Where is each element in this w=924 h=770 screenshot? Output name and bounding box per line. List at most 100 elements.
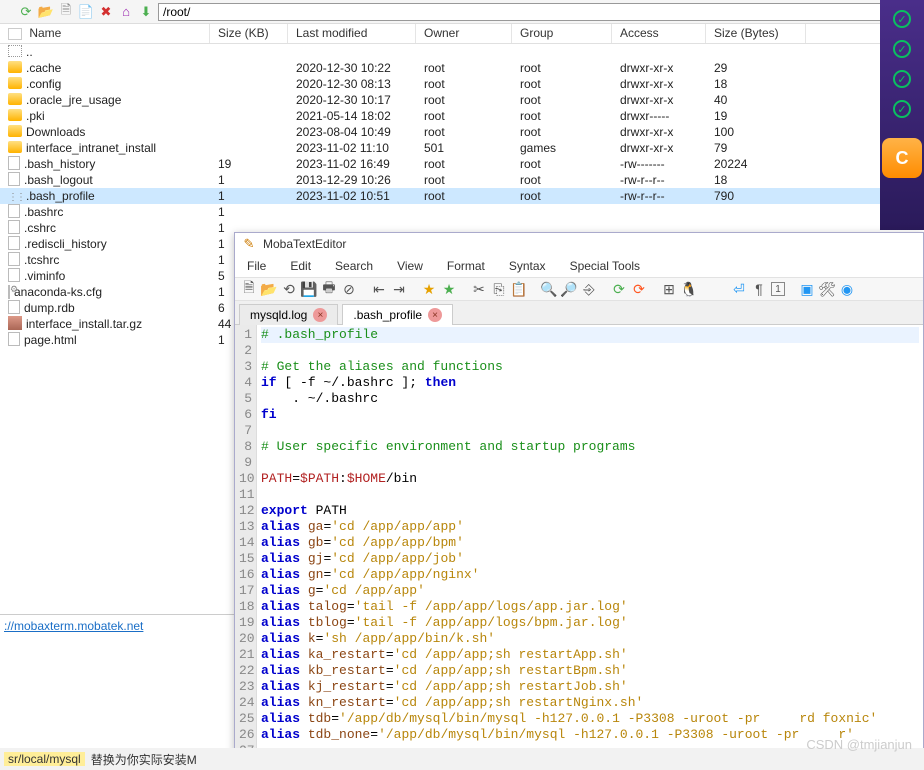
search-icon[interactable]: 🔍 [541,281,557,297]
file-name: .cshrc [24,221,56,235]
file-size-kb: 1 [210,189,288,203]
file-name: .viminfo [24,269,65,283]
col-name[interactable]: Name [0,24,210,43]
close-doc-icon[interactable]: ⊘ [341,281,357,297]
watermark: CSDN @tmjianjun [806,737,912,752]
folder-icon [8,93,22,108]
file-modified: 2013-12-29 10:26 [288,173,416,187]
save-icon[interactable]: 💾 [301,281,317,297]
folder-open-icon[interactable]: 📂 [38,4,54,20]
file-name: .cache [26,61,61,75]
bookmark-icon[interactable]: ★ [421,281,437,297]
num-icon[interactable]: 1 [771,282,785,296]
file-row[interactable]: .oracle_jre_usage2020-12-30 10:17rootroo… [0,92,924,108]
sync-icon[interactable]: ⟳ [631,281,647,297]
file-size-kb: 1 [210,205,288,219]
path-input[interactable] [158,3,902,21]
action-button[interactable]: C [882,138,922,178]
wrap-icon[interactable]: ⏎ [731,281,747,297]
open-icon[interactable]: 📂 [261,281,277,297]
file-modified: 2020-12-30 08:13 [288,77,416,91]
code-area[interactable]: # .bash_profile # Get the aliases and fu… [257,325,923,769]
menu-file[interactable]: File [247,259,266,273]
menu-edit[interactable]: Edit [290,259,311,273]
menu-view[interactable]: View [397,259,423,273]
file-row[interactable]: interface_intranet_install2023-11-02 11:… [0,140,924,156]
file-list-header: Name Size (KB) Last modified Owner Group… [0,24,924,44]
file-name: .config [26,77,61,91]
col-group[interactable]: Group [512,24,612,43]
apple-icon[interactable] [701,281,717,297]
refresh-icon[interactable]: ⟳ [18,4,34,20]
file-owner: root [416,77,512,91]
editor-body: 1234567891011121314151617181920212223242… [235,325,923,769]
file-size-bytes: 29 [706,61,806,75]
linux-icon[interactable]: 🐧 [681,281,697,297]
close-tab-icon[interactable]: × [313,308,327,322]
editor-tab[interactable]: .bash_profile× [342,304,453,325]
file-row[interactable]: .bash_history192023-11-02 16:49rootroot-… [0,156,924,172]
menu-format[interactable]: Format [447,259,485,273]
file-row[interactable]: .cache2020-12-30 10:22rootrootdrwxr-xr-x… [0,60,924,76]
col-size-kb[interactable]: Size (KB) [210,24,288,43]
file-row[interactable]: .bash_logout12013-12-29 10:26rootroot-rw… [0,172,924,188]
file-name: .bashrc [24,205,63,219]
file-name: .bash_profile [26,189,95,203]
run-icon[interactable]: ★ [441,281,457,297]
tools-icon[interactable]: 🛠 [819,281,835,297]
paste-icon[interactable]: 📋 [511,281,527,297]
editor-tab[interactable]: mysqld.log× [239,304,338,325]
replace-icon[interactable]: 🔎 [561,281,577,297]
refresh-green-icon[interactable]: ⟳ [611,281,627,297]
close-tab-icon[interactable]: × [428,308,442,322]
copy-icon[interactable]: ⎘ [491,281,507,297]
file-owner: root [416,173,512,187]
new-icon[interactable]: 🗎 [241,281,257,297]
reload-icon[interactable]: ⟲ [281,281,297,297]
home-icon[interactable]: ⌂ [118,4,134,20]
file-row[interactable]: .. [0,44,924,60]
menu-syntax[interactable]: Syntax [509,259,546,273]
check-icon: ✓ [893,70,911,88]
file-owner: root [416,125,512,139]
folder-icon [8,141,22,156]
file-icon [8,332,20,349]
cut-icon[interactable]: ✂ [471,281,487,297]
editor-title: MobaTextEditor [263,237,346,251]
chars-icon[interactable]: ¶ [751,281,767,297]
file-name: anaconda-ks.cfg [14,285,102,299]
website-link[interactable]: ://mobaxterm.mobatek.net [0,614,234,640]
right-sidebar: ✓ ✓ ✓ ✓ C [880,0,924,230]
indent-icon[interactable]: ⇤ [371,281,387,297]
file-access: drwxr-xr-x [612,125,706,139]
print-icon[interactable]: 🖶 [321,281,337,297]
file-name: .bash_logout [24,173,93,187]
col-last-modified[interactable]: Last modified [288,24,416,43]
terminal-icon[interactable]: ▣ [799,281,815,297]
file-row[interactable]: .bash_profile12023-11-02 10:51rootroot-r… [0,188,924,204]
save-icon[interactable]: 📄 [78,4,94,20]
editor-toolbar: 🗎 📂 ⟲ 💾 🖶 ⊘ ⇤ ⇥ ★ ★ ✂ ⎘ 📋 🔍 🔎 ⎆ ⟳ ⟳ ⊞ 🐧 … [235,277,923,301]
folder-icon [8,125,22,140]
menu-search[interactable]: Search [335,259,373,273]
file-owner: root [416,61,512,75]
outdent-icon[interactable]: ⇥ [391,281,407,297]
col-access[interactable]: Access [612,24,706,43]
file-row[interactable]: .config2020-12-30 08:13rootrootdrwxr-xr-… [0,76,924,92]
file-row[interactable]: .bashrc 1 [0,204,924,220]
file-row[interactable]: .pki2021-05-14 18:02rootrootdrwxr-----19 [0,108,924,124]
delete-icon[interactable]: ✖ [98,4,114,20]
file-row[interactable]: Downloads2023-08-04 10:49rootrootdrwxr-x… [0,124,924,140]
col-size-bytes[interactable]: Size (Bytes) [706,24,806,43]
windows-icon[interactable]: ⊞ [661,281,677,297]
col-owner[interactable]: Owner [416,24,512,43]
file-group: root [512,189,612,203]
file-modified: 2020-12-30 10:17 [288,93,416,107]
file-modified: 2023-11-02 16:49 [288,157,416,171]
goto-icon[interactable]: ⎆ [581,281,597,297]
download-icon[interactable]: ⬇ [138,4,154,20]
new-file-icon[interactable]: 🗎 [58,4,74,20]
settings-icon[interactable]: ◉ [839,281,855,297]
menu-special-tools[interactable]: Special Tools [570,259,641,273]
bottom-bar: sr/local/mysql 替换为你实际安装M [0,748,924,770]
